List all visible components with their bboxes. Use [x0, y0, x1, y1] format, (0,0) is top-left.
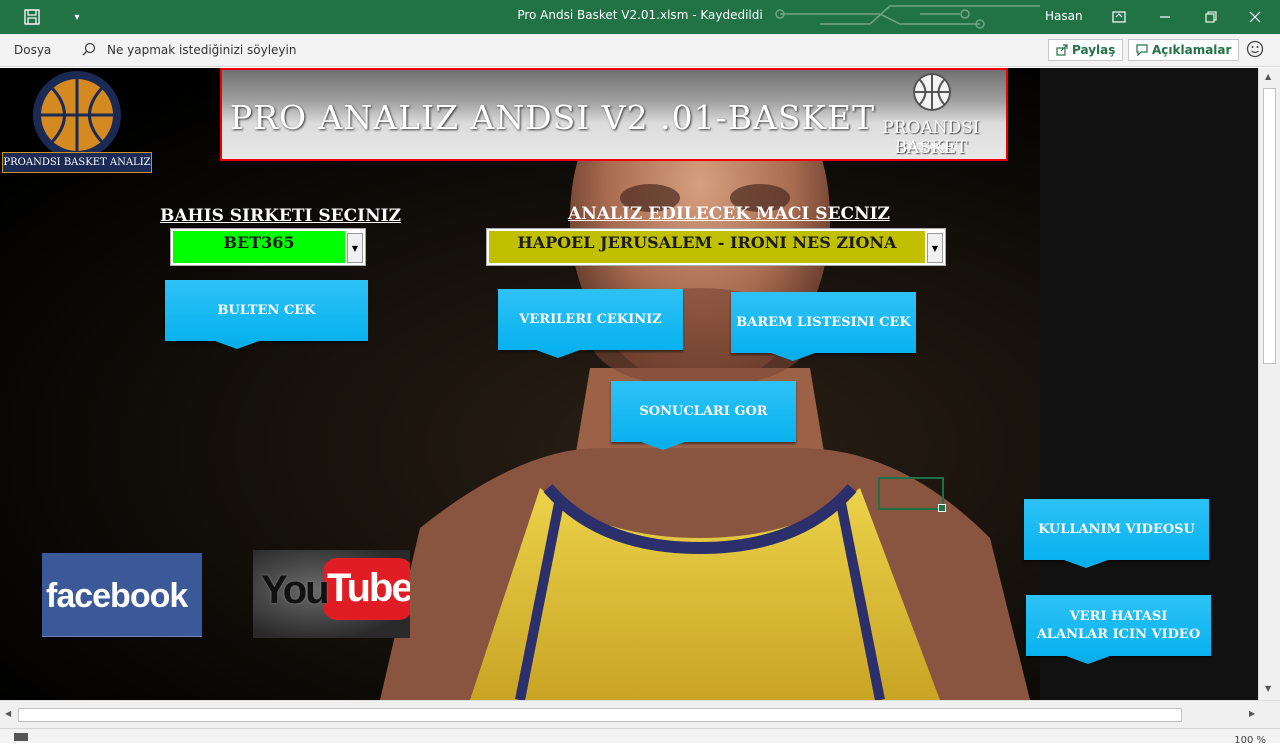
fetch-data-button[interactable]: VERILERI CEKINIZ	[498, 289, 683, 359]
circuit-decoration	[775, 5, 1040, 29]
banner-logo-subtitle: ONCE ANALIZ	[903, 142, 959, 151]
callout-tail	[1066, 656, 1110, 664]
banner-title: PRO ANALIZ ANDSI V2 .01-BASKET	[230, 98, 876, 137]
youtube-logo-you: You	[261, 568, 330, 612]
user-name[interactable]: Hasan	[1045, 9, 1083, 23]
share-button[interactable]: Paylaş	[1048, 39, 1124, 61]
ribbon-bar: Dosya Ne yapmak istediğinizi söyleyin Pa…	[0, 34, 1280, 67]
tell-me-search[interactable]: Ne yapmak istediğinizi söyleyin	[107, 43, 296, 57]
status-bar: 100 %	[0, 728, 1280, 746]
scroll-right-icon[interactable]: ▶	[1249, 709, 1255, 718]
match-value: HAPOEL JERUSALEM - IRONI NES ZIONA	[489, 231, 925, 263]
smiley-feedback-icon[interactable]	[1246, 40, 1264, 61]
results-button-label: SONUCLARI GOR	[611, 381, 796, 442]
vertical-scroll-thumb[interactable]	[1263, 88, 1276, 364]
callout-tail	[215, 341, 259, 349]
save-icon[interactable]	[18, 0, 46, 34]
share-icon	[1056, 44, 1068, 56]
bookmaker-label: BAHIS SIRKETI SECINIZ	[160, 206, 401, 226]
youtube-link[interactable]: You Tube	[253, 550, 410, 638]
macro-record-icon[interactable]	[14, 733, 28, 741]
ribbon-display-icon[interactable]	[1104, 0, 1134, 34]
horizontal-scroll-thumb[interactable]	[18, 708, 1182, 722]
chevron-down-icon[interactable]: ▼	[347, 233, 363, 263]
barem-list-button[interactable]: BAREM LISTESINI CEK	[731, 292, 916, 362]
bulletin-button-label: BULTEN CEK	[165, 280, 368, 341]
fetch-data-button-label: VERILERI CEKINIZ	[498, 289, 683, 350]
chevron-down-icon[interactable]: ▼	[927, 233, 943, 263]
close-icon[interactable]	[1240, 0, 1270, 34]
zoom-level[interactable]: 100 %	[1234, 735, 1266, 746]
callout-tail	[771, 353, 815, 361]
title-banner: PRO ANALIZ ANDSI V2 .01-BASKET PROANDSI …	[220, 68, 1008, 161]
callout-tail	[536, 350, 580, 358]
vertical-scrollbar[interactable]: ▲ ▼	[1258, 68, 1280, 700]
search-icon[interactable]	[82, 42, 96, 59]
comment-icon	[1136, 44, 1148, 56]
restore-icon[interactable]	[1196, 0, 1226, 34]
comments-button[interactable]: Açıklamalar	[1128, 39, 1240, 61]
corner-logo-text: PROANDSI BASKET ANALIZ	[2, 152, 152, 173]
match-label: ANALIZ EDILECEK MACI SECNIZ	[568, 204, 890, 224]
minimize-icon[interactable]	[1150, 0, 1180, 34]
barem-list-button-label: BAREM LISTESINI CEK	[731, 292, 916, 353]
youtube-logo-tube: Tube	[327, 566, 410, 610]
bookmaker-dropdown[interactable]: BET365 ▼	[170, 228, 366, 266]
bulletin-button[interactable]: BULTEN CEK	[165, 280, 368, 350]
callout-tail	[1064, 560, 1108, 568]
horizontal-scrollbar[interactable]: ◀ ▶	[0, 700, 1280, 728]
usage-video-button[interactable]: KULLANIM VIDEOSU	[1024, 499, 1209, 569]
callout-tail	[641, 442, 685, 450]
share-label: Paylaş	[1072, 43, 1116, 57]
scroll-down-icon[interactable]: ▼	[1265, 684, 1271, 693]
results-button[interactable]: SONUCLARI GOR	[611, 381, 796, 451]
facebook-logo-text: facebook	[46, 577, 188, 615]
banner-logo-text: PROANDSI BASKET	[882, 118, 980, 158]
comments-label: Açıklamalar	[1152, 43, 1232, 57]
match-dropdown[interactable]: HAPOEL JERUSALEM - IRONI NES ZIONA ▼	[486, 228, 946, 266]
customize-qat-icon[interactable]: ▾	[64, 0, 90, 34]
error-video-button[interactable]: VERI HATASI ALANLAR ICIN VIDEO	[1026, 595, 1211, 665]
facebook-link[interactable]: facebook	[42, 553, 202, 637]
title-bar: ▾ Pro Andsi Basket V2.01.xlsm - Kaydedil…	[0, 0, 1280, 34]
scroll-left-icon[interactable]: ◀	[5, 709, 11, 718]
active-cell[interactable]	[878, 477, 946, 512]
usage-video-button-label: KULLANIM VIDEOSU	[1024, 499, 1209, 560]
error-video-button-label: VERI HATASI ALANLAR ICIN VIDEO	[1026, 595, 1211, 656]
window-title: Pro Andsi Basket V2.01.xlsm - Kaydedildi	[517, 8, 763, 22]
worksheet-area[interactable]: PROANDSI BASKET ANALIZ PRO ANALIZ ANDSI …	[0, 68, 1258, 700]
bookmaker-value: BET365	[173, 231, 345, 263]
file-tab[interactable]: Dosya	[14, 43, 51, 57]
scroll-up-icon[interactable]: ▲	[1265, 72, 1271, 81]
